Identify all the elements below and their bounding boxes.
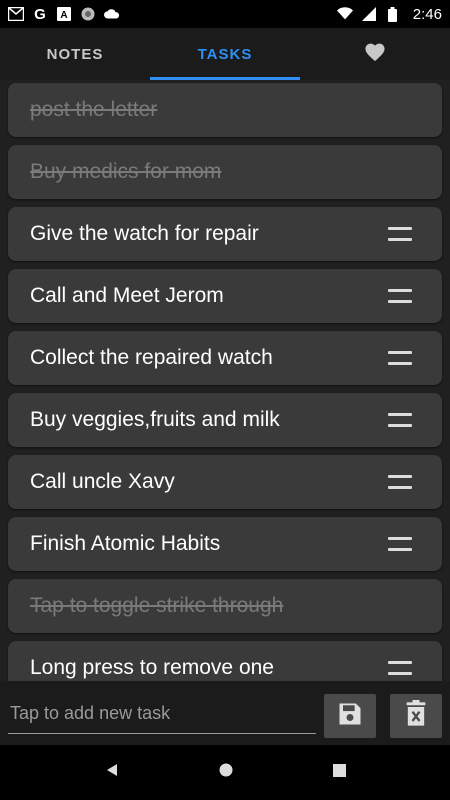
navigation-bar [0,745,450,800]
gmail-icon [8,6,24,22]
drag-handle-icon[interactable] [388,413,412,427]
battery-icon [385,6,401,22]
task-item[interactable]: Call and Meet Jerom [8,269,442,323]
drag-handle-icon[interactable] [388,537,412,551]
home-icon[interactable] [219,763,233,782]
status-bar: G A 2:46 [0,0,450,28]
tab-notes[interactable]: NOTES [0,28,150,80]
save-button[interactable] [324,694,376,738]
task-item[interactable]: post the letter [8,83,442,137]
task-text: Call and Meet Jerom [30,284,224,307]
status-right-icons: 2:46 [336,5,442,23]
svg-text:A: A [60,10,67,21]
save-icon [336,700,364,733]
task-item[interactable]: Collect the repaired watch [8,331,442,385]
task-text: Buy veggies,fruits and milk [30,408,280,431]
heart-icon [364,42,386,66]
task-text: Long press to remove one [30,656,274,679]
new-task-input[interactable] [8,693,320,733]
signal-icon [361,6,377,22]
delete-button[interactable] [390,694,442,738]
drag-handle-icon[interactable] [388,289,412,303]
task-item[interactable]: Give the watch for repair [8,207,442,261]
task-text: Buy medics for mom [30,160,222,183]
wifi-icon [336,6,353,22]
cloud-icon [104,6,120,22]
tab-bar: NOTES TASKS [0,28,450,80]
google-icon: G [34,5,46,23]
add-task-bar [0,681,450,745]
task-list[interactable]: post the letter Buy medics for mom Give … [0,80,450,681]
app-icon [80,6,96,22]
task-item[interactable]: Tap to toggle strike through [8,579,442,633]
task-item[interactable]: Long press to remove one [8,641,442,681]
tab-tasks[interactable]: TASKS [150,28,300,80]
status-left-icons: G A [8,5,120,23]
drag-handle-icon[interactable] [388,227,412,241]
delete-icon [404,699,428,733]
recents-icon[interactable] [332,763,346,782]
task-text: Give the watch for repair [30,222,259,245]
task-item[interactable]: Buy medics for mom [8,145,442,199]
clock: 2:46 [412,5,442,23]
drag-handle-icon[interactable] [388,475,412,489]
task-text: post the letter [30,98,158,121]
task-text: Call uncle Xavy [30,470,175,493]
task-item[interactable]: Buy veggies,fruits and milk [8,393,442,447]
back-icon[interactable] [105,763,119,782]
task-text: Tap to toggle strike through [30,594,284,617]
task-item[interactable]: Finish Atomic Habits [8,517,442,571]
tab-favorites[interactable] [300,28,450,80]
drag-handle-icon[interactable] [388,661,412,675]
task-text: Collect the repaired watch [30,346,273,369]
new-task-field [8,693,320,734]
drag-handle-icon[interactable] [388,351,412,365]
task-item[interactable]: Call uncle Xavy [8,455,442,509]
font-icon: A [56,6,72,22]
task-text: Finish Atomic Habits [30,532,221,555]
